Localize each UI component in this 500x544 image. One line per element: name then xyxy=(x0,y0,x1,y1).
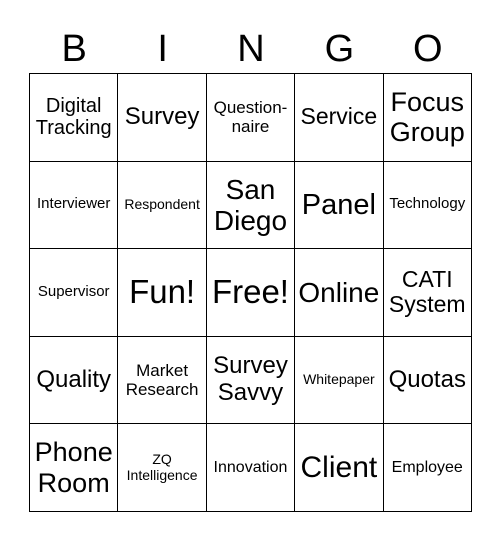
bingo-cell[interactable]: Focus Group xyxy=(382,73,472,162)
bingo-cell[interactable]: Quality xyxy=(28,335,119,425)
bingo-cell[interactable]: CATI System xyxy=(382,248,472,337)
bingo-cell[interactable]: Quotas xyxy=(382,335,472,425)
bingo-cell[interactable]: Supervisor xyxy=(28,248,119,337)
bingo-cell[interactable]: Market Research xyxy=(117,335,207,425)
bingo-cell[interactable]: Fun! xyxy=(117,248,207,337)
header-letter: I xyxy=(157,28,168,70)
bingo-cell[interactable]: Question-naire xyxy=(205,73,296,162)
bingo-cell[interactable]: Whitepaper xyxy=(294,335,384,425)
grid-row: Supervisor Fun! Free! Online CATI System xyxy=(28,248,472,337)
bingo-cell[interactable]: Digital Tracking xyxy=(28,73,119,162)
bingo-cell[interactable]: Innovation xyxy=(205,423,296,512)
bingo-cell[interactable]: Panel xyxy=(294,160,384,250)
header-letter: O xyxy=(413,28,443,70)
bingo-cell[interactable]: Online xyxy=(294,248,384,337)
header-letter: B xyxy=(61,28,87,70)
grid-row: Quality Market Research Survey Savvy Whitep… xyxy=(28,335,472,425)
bingo-grid: Digital Tracking Survey Question-naire Serv… xyxy=(28,73,472,512)
bingo-cell[interactable]: Employee xyxy=(382,423,472,512)
bingo-header: B I N G O xyxy=(30,26,472,72)
bingo-cell[interactable]: Respondent xyxy=(117,160,207,250)
grid-row: Interviewer Respondent San Diego Panel Techn… xyxy=(28,160,472,250)
bingo-cell[interactable]: Client xyxy=(294,423,384,512)
bingo-cell[interactable]: Free! xyxy=(205,248,296,337)
bingo-cell[interactable]: San Diego xyxy=(205,160,296,250)
bingo-cell[interactable]: Survey Savvy xyxy=(205,335,296,425)
header-letter: N xyxy=(237,28,265,70)
bingo-cell[interactable]: Phone Room xyxy=(28,423,119,512)
grid-row: Digital Tracking Survey Question-naire Serv… xyxy=(28,73,472,162)
bingo-cell[interactable]: Interviewer xyxy=(28,160,119,250)
header-letter: G xyxy=(324,28,355,70)
bingo-cell[interactable]: Survey xyxy=(117,73,207,162)
bingo-cell[interactable]: ZQ Intelligence xyxy=(117,423,207,512)
grid-row: Phone Room ZQ Intelligence Innovation Clien… xyxy=(28,423,472,512)
bingo-cell[interactable]: Technology xyxy=(382,160,472,250)
bingo-cell[interactable]: Service xyxy=(294,73,384,162)
